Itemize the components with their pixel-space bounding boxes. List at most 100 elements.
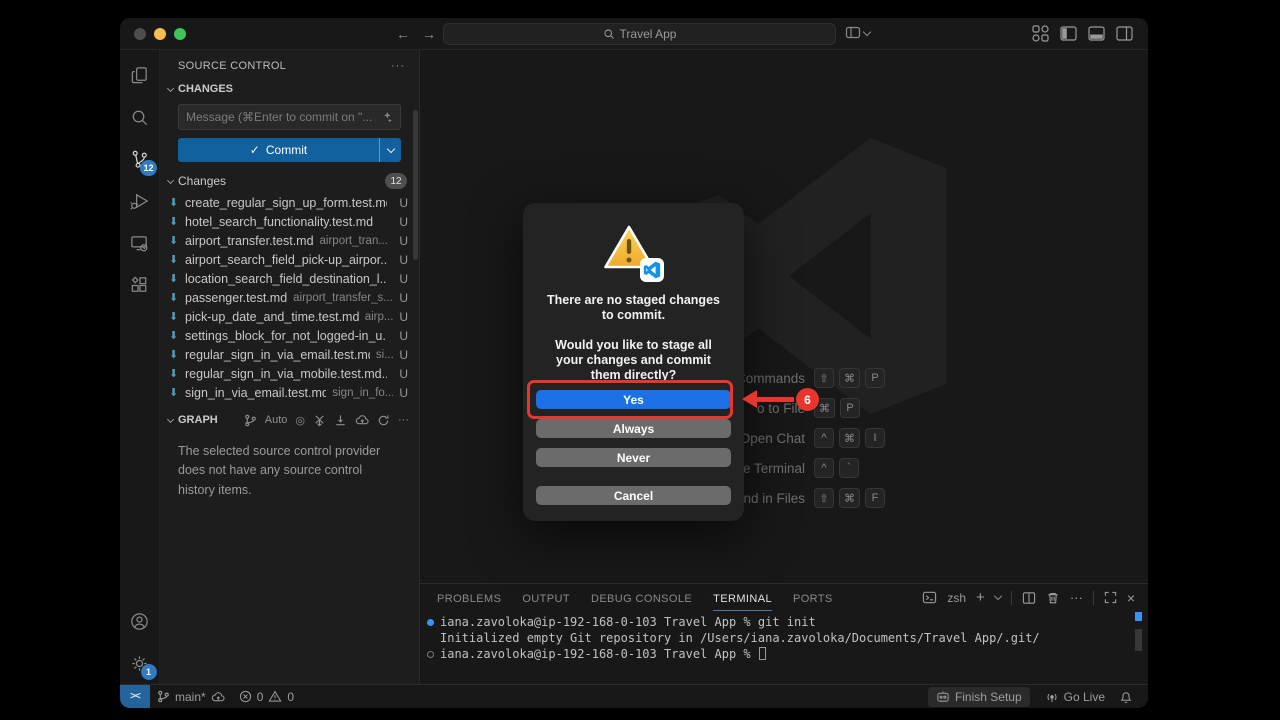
run-debug-icon[interactable]: [120, 180, 160, 222]
source-control-panel: SOURCE CONTROL ··· CHANGES Message (⌘Ent…: [160, 50, 420, 684]
keycap: ⇧: [814, 368, 834, 388]
file-row[interactable]: ⬇ create_regular_sign_up_form.test.md U: [160, 193, 419, 212]
sidebar-more-icon[interactable]: ···: [391, 60, 405, 72]
tab-ports[interactable]: PORTS: [793, 593, 833, 605]
fetch-icon[interactable]: [313, 414, 326, 427]
markdown-file-icon: ⬇: [169, 329, 185, 342]
markdown-file-icon: ⬇: [169, 310, 185, 323]
refresh-icon[interactable]: [377, 414, 390, 427]
file-row[interactable]: ⬇ airport_transfer.test.md airport_tran.…: [160, 231, 419, 250]
commit-dropdown-button[interactable]: [379, 138, 401, 162]
chevron-down-icon: [167, 176, 174, 183]
setup-icon: [936, 690, 950, 704]
maximize-window-button[interactable]: [174, 28, 186, 40]
graph-section-header[interactable]: GRAPH Auto ◎: [160, 410, 419, 430]
maximize-panel-icon[interactable]: [1104, 591, 1117, 604]
keycap: ^: [814, 458, 834, 478]
file-row[interactable]: ⬇ pick-up_date_and_time.test.md airp... …: [160, 307, 419, 326]
keycap: P: [840, 398, 860, 418]
close-panel-icon[interactable]: ×: [1127, 590, 1135, 606]
broadcast-icon: [1045, 690, 1059, 704]
pull-icon[interactable]: [334, 414, 347, 427]
kill-terminal-trash-icon[interactable]: [1046, 591, 1060, 605]
status-bar: >< main* 0 0: [120, 684, 1148, 708]
command-center-search[interactable]: Travel App: [443, 23, 836, 45]
changes-tree-header[interactable]: Changes 12: [160, 171, 419, 191]
finish-setup-button[interactable]: Finish Setup: [928, 687, 1030, 707]
terminal-dropdown-icon[interactable]: [994, 592, 1002, 600]
toggle-sidebar-icon[interactable]: [1059, 24, 1078, 43]
tab-debug-console[interactable]: DEBUG CONSOLE: [591, 593, 692, 605]
commit-message-input[interactable]: Message (⌘Enter to commit on "...: [178, 104, 401, 130]
shell-label: zsh: [947, 591, 966, 605]
split-terminal-icon[interactable]: [1022, 591, 1036, 605]
problems-status-item[interactable]: 0 0: [232, 685, 301, 708]
explorer-icon[interactable]: [120, 54, 160, 96]
cloud-upload-icon[interactable]: [355, 413, 369, 427]
accounts-icon[interactable]: [120, 600, 160, 642]
nav-back-icon[interactable]: ←: [396, 26, 410, 42]
commit-button[interactable]: ✓ Commit: [178, 138, 401, 162]
graph-auto-label[interactable]: Auto: [265, 414, 288, 426]
file-row[interactable]: ⬇ hotel_search_functionality.test.md U: [160, 212, 419, 231]
branch-status-item[interactable]: main*: [150, 685, 232, 708]
markdown-file-icon: ⬇: [169, 272, 185, 285]
file-row[interactable]: ⬇ settings_block_for_not_logged-in_u... …: [160, 326, 419, 345]
terminal-output[interactable]: iana.zavoloka@ip-192-168-0-103 Travel Ap…: [420, 614, 1128, 662]
remote-explorer-icon[interactable]: [120, 222, 160, 264]
untracked-status: U: [393, 310, 408, 324]
minimize-window-button[interactable]: [154, 28, 166, 40]
never-button[interactable]: Never: [536, 448, 731, 467]
keycap: ⌘: [839, 428, 860, 448]
keycap: F: [865, 488, 885, 508]
layout-dropdown-icon[interactable]: [845, 25, 870, 41]
tab-output[interactable]: OUTPUT: [522, 593, 570, 605]
panel-more-icon[interactable]: ···: [1070, 590, 1083, 605]
toggle-panel-icon[interactable]: [1087, 24, 1106, 43]
target-icon[interactable]: ◎: [295, 414, 305, 427]
changes-section-header[interactable]: CHANGES: [160, 76, 419, 98]
check-icon: ✓: [250, 143, 260, 157]
file-row[interactable]: ⬇ airport_search_field_pick-up_airpor...…: [160, 250, 419, 269]
cancel-button[interactable]: Cancel: [536, 486, 731, 505]
tab-terminal[interactable]: TERMINAL: [713, 593, 772, 605]
extensions-icon[interactable]: [120, 264, 160, 306]
publish-cloud-icon: [211, 690, 225, 704]
staged-changes-dialog: There are no staged changes to commit. W…: [523, 203, 744, 521]
remote-indicator[interactable]: ><: [120, 685, 150, 708]
go-live-button[interactable]: Go Live: [1038, 685, 1112, 708]
annotation-highlight-box: [527, 380, 733, 419]
terminal-scrollbar[interactable]: [1135, 612, 1142, 672]
settings-gear-icon[interactable]: 1: [120, 642, 160, 684]
changes-count-badge: 12: [385, 173, 407, 189]
file-row[interactable]: ⬇ passenger.test.md airport_transfer_s..…: [160, 288, 419, 307]
markdown-file-icon: ⬇: [169, 234, 185, 247]
toggle-secondary-sidebar-icon[interactable]: [1115, 24, 1134, 43]
file-row[interactable]: ⬇ location_search_field_destination_l...…: [160, 269, 419, 288]
untracked-status: U: [393, 215, 408, 229]
always-button[interactable]: Always: [536, 419, 731, 438]
graph-more-icon[interactable]: ···: [398, 414, 409, 426]
close-window-button[interactable]: [134, 28, 146, 40]
new-terminal-icon[interactable]: +: [976, 589, 985, 606]
source-control-icon[interactable]: 12: [120, 138, 160, 180]
keycap: I: [865, 428, 885, 448]
search-sidebar-icon[interactable]: [120, 96, 160, 138]
nav-forward-icon[interactable]: →: [422, 26, 436, 42]
untracked-status: U: [393, 348, 408, 362]
dialog-message-detail: Would you like to stage all your changes…: [542, 338, 726, 383]
file-row[interactable]: ⬇ regular_sign_in_via_mobile.test.md... …: [160, 364, 419, 383]
terminal-shell-icon: [922, 590, 937, 605]
branch-icon: [157, 690, 170, 703]
notifications-bell-icon[interactable]: [1112, 685, 1140, 708]
file-row[interactable]: ⬇ regular_sign_in_via_email.test.md si..…: [160, 345, 419, 364]
command-decoration-icon: [427, 619, 434, 626]
tab-problems[interactable]: PROBLEMS: [437, 593, 501, 605]
sparkle-icon[interactable]: [378, 110, 393, 125]
customize-layout-icon[interactable]: [1031, 24, 1050, 43]
error-icon: [239, 690, 252, 703]
scm-count-badge: 12: [140, 160, 156, 176]
settings-badge: 1: [141, 664, 157, 680]
sidebar-scrollbar[interactable]: [413, 110, 418, 260]
file-row[interactable]: ⬇ sign_in_via_email.test.md sign_in_fo..…: [160, 383, 419, 402]
